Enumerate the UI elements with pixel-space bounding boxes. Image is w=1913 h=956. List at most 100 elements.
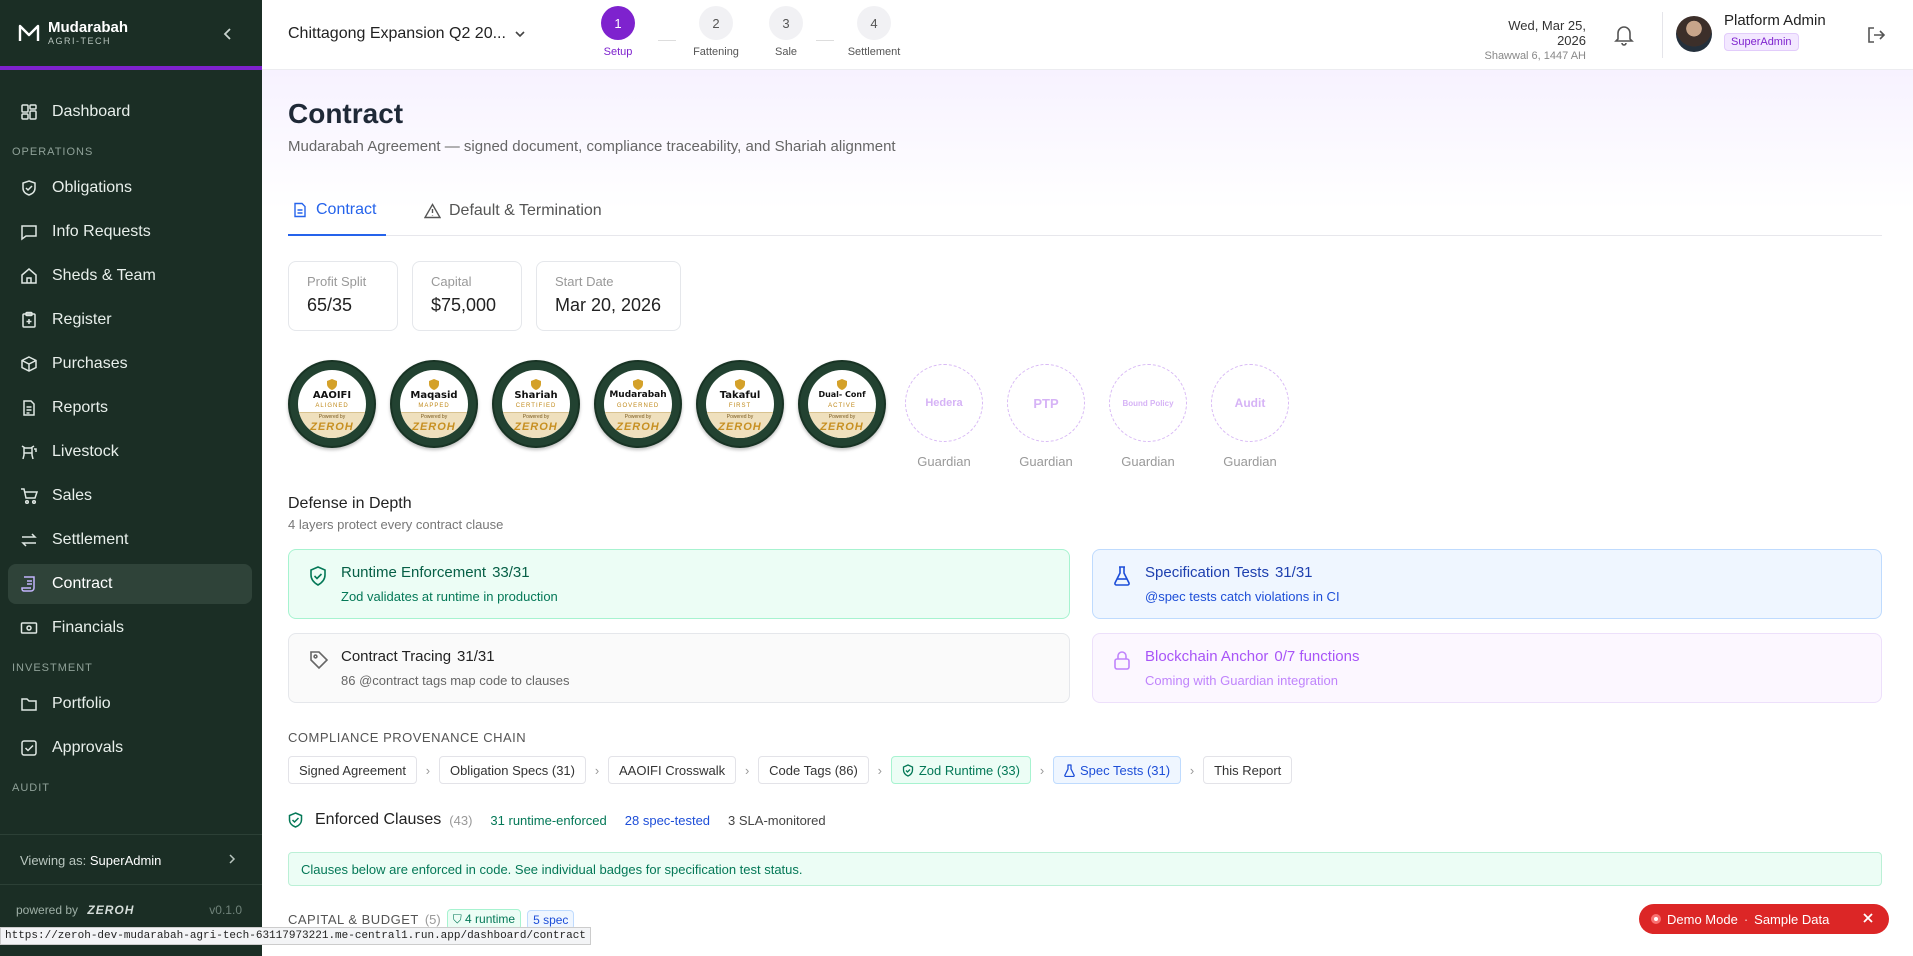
divider: [1662, 12, 1663, 58]
sidebar-item-label: Contract: [52, 575, 113, 592]
step-fattening[interactable]: 2 Fattening: [676, 6, 756, 58]
badge-powered: Powered by: [828, 414, 856, 420]
badge-mudarabah[interactable]: Mudarabah GOVERNED Powered by ZEROH: [594, 360, 682, 448]
sidebar-item-contract[interactable]: Contract: [8, 564, 252, 604]
logout-icon[interactable]: [1866, 25, 1886, 45]
badge-dual-conf[interactable]: Dual- Conf ACTIVE Powered by ZEROH: [798, 360, 886, 448]
guardian-label: Guardian: [1223, 454, 1277, 469]
guardian-label: Guardian: [917, 454, 971, 469]
sidebar-item-settlement[interactable]: Settlement: [8, 520, 252, 560]
badge-brand: ZEROH: [412, 421, 456, 433]
shield-check-icon: [288, 812, 303, 828]
shield-icon: [327, 379, 337, 390]
chip-label: Zod Runtime (33): [918, 762, 1020, 778]
sidebar-header: Mudarabah AGRI-TECH: [0, 0, 262, 70]
banknote-icon: [20, 622, 38, 634]
chevron-right-icon: ›: [594, 762, 600, 778]
badge-aaoifi[interactable]: AAOIFI ALIGNED Powered by ZEROH: [288, 360, 376, 448]
home-icon: [21, 268, 37, 284]
step-sale[interactable]: 3 Sale: [756, 6, 816, 58]
chain-code-tags[interactable]: Code Tags (86): [758, 756, 869, 784]
chain-this-report[interactable]: This Report: [1203, 756, 1293, 784]
user-info[interactable]: Platform Admin SuperAdmin: [1724, 12, 1826, 51]
step-setup[interactable]: 1 Setup: [578, 6, 658, 58]
flask-icon: [1114, 566, 1130, 586]
page-title: Contract: [288, 98, 404, 129]
powered-by: powered by ZEROH v0.1.0: [0, 884, 262, 956]
badge-takaful[interactable]: Takaful FIRST Powered by ZEROH: [696, 360, 784, 448]
powered-by-label: powered by: [16, 903, 79, 917]
badge-title: Dual- Conf: [818, 390, 866, 399]
demo-separator: ·: [1743, 911, 1749, 927]
sidebar-item-label: Obligations: [52, 179, 133, 196]
clipboard-plus-icon: [22, 311, 36, 328]
step-connector: [816, 40, 834, 41]
project-selector[interactable]: Chittagong Expansion Q2 20...: [288, 25, 526, 43]
stat-start-date: Start Date Mar 20, 2026: [536, 261, 681, 331]
chain-spec-tests[interactable]: Spec Tests (31): [1052, 756, 1182, 784]
runtime-enforced-count: 31 runtime-enforced: [490, 812, 607, 828]
layer-title: Specification Tests: [1145, 564, 1269, 581]
sidebar-item-label: Register: [52, 311, 112, 328]
stat-capital: Capital $75,000: [412, 261, 522, 331]
sidebar-item-info-requests[interactable]: Info Requests: [8, 212, 252, 252]
viewing-as-role: SuperAdmin: [89, 853, 162, 868]
runtime-pill-label: 4 runtime: [465, 912, 516, 926]
shield-check-icon: [22, 180, 36, 196]
sidebar-item-label: Dashboard: [52, 103, 131, 120]
badge-brand: ZEROH: [820, 421, 864, 433]
chevron-right-icon: ›: [425, 762, 431, 778]
bell-icon[interactable]: [1614, 24, 1634, 46]
step-connector: [658, 40, 676, 41]
close-icon[interactable]: [1861, 911, 1875, 925]
badge-maqasid[interactable]: Maqasid MAPPED Powered by ZEROH: [390, 360, 478, 448]
demo-mode-label: Demo Mode: [1667, 911, 1738, 927]
document-icon: [294, 202, 306, 218]
sidebar-item-dashboard[interactable]: Dashboard: [8, 92, 252, 132]
badge-powered: Powered by: [318, 414, 346, 420]
viewing-as-switcher[interactable]: Viewing as: SuperAdmin: [0, 834, 262, 884]
badge-shariah[interactable]: Shariah CERTIFIED Powered by ZEROH: [492, 360, 580, 448]
defense-subtitle: 4 layers protect every contract clause: [288, 517, 504, 532]
layer-specification-tests: Specification Tests 31/31 @spec tests cat…: [1092, 549, 1882, 619]
tab-default-termination[interactable]: Default & Termination: [424, 186, 602, 236]
layer-count: 0/7 functions: [1274, 648, 1360, 665]
avatar[interactable]: [1676, 16, 1712, 52]
chain-obligation-specs[interactable]: Obligation Specs (31): [438, 756, 586, 784]
status-bar-url: https://zeroh-dev-mudarabah-agri-tech-63…: [0, 927, 591, 945]
enforced-clauses-count: (43): [449, 812, 473, 828]
sidebar-item-sales[interactable]: Sales: [8, 476, 252, 516]
chip-label: Signed Agreement: [299, 762, 406, 778]
sidebar-item-financials[interactable]: Financials: [8, 608, 252, 648]
tab-contract[interactable]: Contract: [288, 186, 386, 236]
sidebar-item-sheds-team[interactable]: Sheds & Team: [8, 256, 252, 296]
demo-sample-data: Sample Data: [1754, 911, 1830, 927]
layer-desc: Coming with Guardian integration: [1145, 673, 1338, 688]
sidebar-item-purchases[interactable]: Purchases: [8, 344, 252, 384]
guardian-name: Bound Policy: [1109, 364, 1187, 442]
sidebar-item-livestock[interactable]: Livestock: [8, 432, 252, 472]
chain-zod-runtime[interactable]: Zod Runtime (33): [890, 756, 1031, 784]
sidebar-item-approvals[interactable]: Approvals: [8, 728, 252, 768]
enforcement-note: Clauses below are enforced in code. See …: [288, 852, 1882, 886]
message-icon: [21, 225, 37, 241]
chevron-right-icon: ›: [1189, 762, 1195, 778]
collapse-sidebar-icon[interactable]: [222, 26, 234, 42]
demo-mode-banner[interactable]: Demo Mode · Sample Data: [1639, 904, 1889, 934]
chain-signed-agreement[interactable]: Signed Agreement: [288, 756, 417, 784]
brand-logo[interactable]: Mudarabah AGRI-TECH: [18, 20, 128, 46]
sidebar-item-portfolio[interactable]: Portfolio: [8, 684, 252, 724]
defense-title: Defense in Depth: [288, 495, 412, 512]
chain-aaoifi-crosswalk[interactable]: AAOIFI Crosswalk: [607, 756, 737, 784]
shield-icon: [429, 379, 439, 390]
sidebar-item-reports[interactable]: Reports: [8, 388, 252, 428]
sidebar-item-register[interactable]: Register: [8, 300, 252, 340]
guardian-audit: Audit Guardian: [1206, 360, 1294, 469]
step-settlement[interactable]: 4 Settlement: [834, 6, 914, 58]
sidebar-item-label: Settlement: [52, 531, 129, 548]
sla-monitored-count: 3 SLA-monitored: [728, 812, 826, 828]
sidebar-item-obligations[interactable]: Obligations: [8, 168, 252, 208]
brand-name: Mudarabah: [48, 19, 129, 36]
cow-icon: [21, 445, 37, 460]
badge-powered: Powered by: [726, 414, 754, 420]
